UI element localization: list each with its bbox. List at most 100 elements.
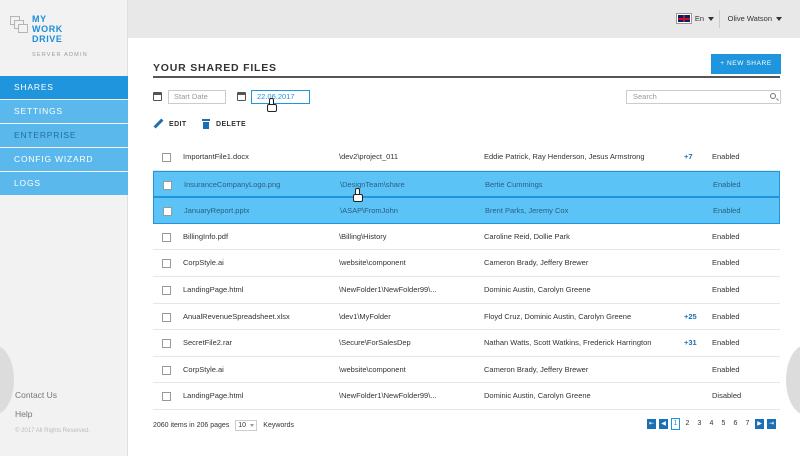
chevron-down-icon (250, 424, 255, 427)
file-path: \NewFolder1\NewFolder99\... (339, 391, 437, 401)
file-path: \dev1\MyFolder (339, 311, 391, 321)
items-summary: 2060 items in 206 pages (153, 422, 230, 429)
page-number-1[interactable]: 1 (671, 418, 680, 430)
row-checkbox[interactable] (162, 232, 171, 242)
row-checkbox[interactable] (163, 207, 172, 217)
row-checkbox[interactable] (162, 312, 171, 322)
prev-page-button[interactable]: ◀ (659, 419, 668, 429)
search-input[interactable]: Search (626, 90, 781, 104)
table-row[interactable]: AnualRevenueSpreadsheet.xlsx \dev1\MyFold… (153, 304, 780, 331)
file-path: \NewFolder1\NewFolder99\... (339, 284, 437, 294)
sidebar-item-label: SETTINGS (14, 106, 63, 116)
shared-users: Nathan Watts, Scott Watkins, Frederick H… (484, 338, 652, 348)
table-row[interactable]: InsuranceCompanyLogo.png\DesignTeam\shar… (153, 170, 780, 198)
sidebar: MY WORK DRIVE SERVER ADMIN SHARES SETTIN… (0, 0, 128, 456)
sidebar-item-settings[interactable]: SETTINGS (0, 100, 128, 123)
row-checkbox[interactable] (162, 153, 171, 162)
title-divider (153, 76, 780, 78)
copyright: © 2017 All Rights Reserved. (15, 428, 91, 434)
page-size-select[interactable]: 10 (235, 420, 258, 431)
edit-button[interactable]: EDIT (153, 119, 187, 129)
table-row[interactable]: BillingInfo.pdf \Billing\History Caroline … (153, 224, 780, 251)
last-page-button[interactable]: ⇥ (767, 419, 776, 429)
sidebar-item-shares[interactable]: SHARES (0, 76, 128, 99)
file-path: \website\component (339, 364, 406, 374)
page-number-5[interactable]: 5 (719, 419, 728, 429)
file-name: CorpStyle.ai (183, 258, 224, 268)
file-name: SecretFile2.rar (183, 338, 233, 348)
first-page-button[interactable]: ⇤ (647, 419, 656, 429)
table-row[interactable]: JanuaryReport.pptx \ASAP\FromJohn Brent Pa… (153, 197, 780, 224)
shared-users: Dominic Austin, Carolyn Greene (484, 391, 591, 401)
row-checkbox[interactable] (162, 339, 171, 349)
calendar-icon[interactable] (237, 92, 246, 101)
help-link[interactable]: Help (15, 409, 90, 419)
trash-icon (202, 119, 210, 129)
more-users-badge[interactable]: +25 (684, 304, 704, 330)
shared-users: Dominic Austin, Carolyn Greene (484, 284, 591, 294)
file-path: \website\component (339, 258, 406, 268)
page-number-3[interactable]: 3 (695, 419, 704, 429)
next-page-button[interactable]: ▶ (755, 419, 764, 429)
language-selector[interactable]: En (675, 13, 714, 24)
sidebar-item-logs[interactable]: LOGS (0, 172, 128, 195)
row-checkbox[interactable] (163, 180, 172, 190)
delete-button[interactable]: DELETE (202, 119, 246, 129)
status-text: Enabled (712, 311, 740, 321)
file-name: CorpStyle.ai (183, 364, 224, 374)
more-users-badge[interactable]: +31 (684, 330, 704, 356)
page-number-6[interactable]: 6 (731, 419, 740, 429)
language-label: En (694, 14, 704, 23)
row-checkbox[interactable] (162, 285, 171, 295)
table-row[interactable]: LandingPage.html \NewFolder1\NewFolder99\… (153, 383, 780, 410)
table-row[interactable]: SecretFile2.rar \Secure\ForSalesDep Nathan… (153, 330, 780, 357)
logo-text: MY WORK DRIVE (32, 14, 63, 44)
status-text: Enabled (713, 206, 741, 216)
sidebar-nav: SHARES SETTINGS ENTERPRISE CONFIG WIZARD… (0, 76, 128, 196)
row-checkbox[interactable] (162, 365, 171, 375)
sidebar-item-enterprise[interactable]: ENTERPRISE (0, 124, 128, 147)
sidebar-item-config-wizard[interactable]: CONFIG WIZARD (0, 148, 128, 171)
page-number-2[interactable]: 2 (683, 419, 692, 429)
file-name: InsuranceCompanyLogo.png (184, 179, 281, 189)
keywords-label: Keywords (263, 422, 295, 429)
new-share-button[interactable]: + NEW SHARE (711, 54, 781, 74)
shared-users: Floyd Cruz, Dominic Austin, Carolyn Gree… (484, 311, 632, 321)
page-number-4[interactable]: 4 (707, 419, 716, 429)
file-path: \Secure\ForSalesDep (339, 338, 411, 348)
table-row[interactable]: CorpStyle.ai \website\component Cameron Br… (153, 250, 780, 277)
contact-us-link[interactable]: Contact Us (15, 390, 90, 400)
sidebar-footer: Contact Us Help © 2017 All Rights Reserv… (15, 390, 90, 434)
search-icon[interactable] (770, 93, 776, 99)
start-date-input[interactable]: Start Date (168, 90, 226, 104)
shared-users: Caroline Reid, Dollie Park (484, 231, 570, 241)
table-row[interactable]: LandingPage.html \NewFolder1\NewFolder99\… (153, 277, 780, 304)
user-menu[interactable]: Olive Watson (728, 14, 782, 23)
page-title: YOUR SHARED FILES (153, 62, 277, 74)
status-text: Enabled (712, 284, 740, 294)
shared-users: Cameron Brady, Jeffery Brewer (484, 258, 589, 268)
pagination: ⇤ ◀ 1 2 3 4 5 6 7 ▶ ⇥ (647, 418, 776, 430)
more-users-badge[interactable]: +7 (684, 144, 704, 170)
status-text: Disabled (712, 391, 742, 401)
file-name: AnualRevenueSpreadsheet.xlsx (183, 311, 290, 321)
logo-line-2: WORK (32, 24, 63, 34)
status-text: Enabled (712, 258, 740, 268)
file-path: \Billing\History (339, 231, 387, 241)
page-size-value: 10 (238, 422, 247, 429)
chevron-down-icon (776, 16, 782, 21)
end-date-input[interactable]: 22.06.2017 (251, 90, 310, 104)
sidebar-item-label: SHARES (14, 82, 54, 92)
logo-line-3: DRIVE (32, 34, 63, 44)
row-checkbox[interactable] (162, 392, 171, 402)
files-table: ImportantFile1.docx \dev2\project_011 Eddi… (153, 144, 780, 410)
table-row[interactable]: ImportantFile1.docx \dev2\project_011 Eddi… (153, 144, 780, 171)
row-checkbox[interactable] (162, 259, 171, 269)
page-number-7[interactable]: 7 (743, 419, 752, 429)
status-text: Enabled (712, 364, 740, 374)
table-row[interactable]: CorpStyle.ai \website\component Cameron Br… (153, 357, 780, 384)
topbar-divider (719, 10, 720, 28)
shared-users: Cameron Brady, Jeffery Brewer (484, 364, 589, 374)
scroll-right-handle[interactable] (786, 345, 800, 415)
calendar-icon[interactable] (153, 92, 162, 101)
